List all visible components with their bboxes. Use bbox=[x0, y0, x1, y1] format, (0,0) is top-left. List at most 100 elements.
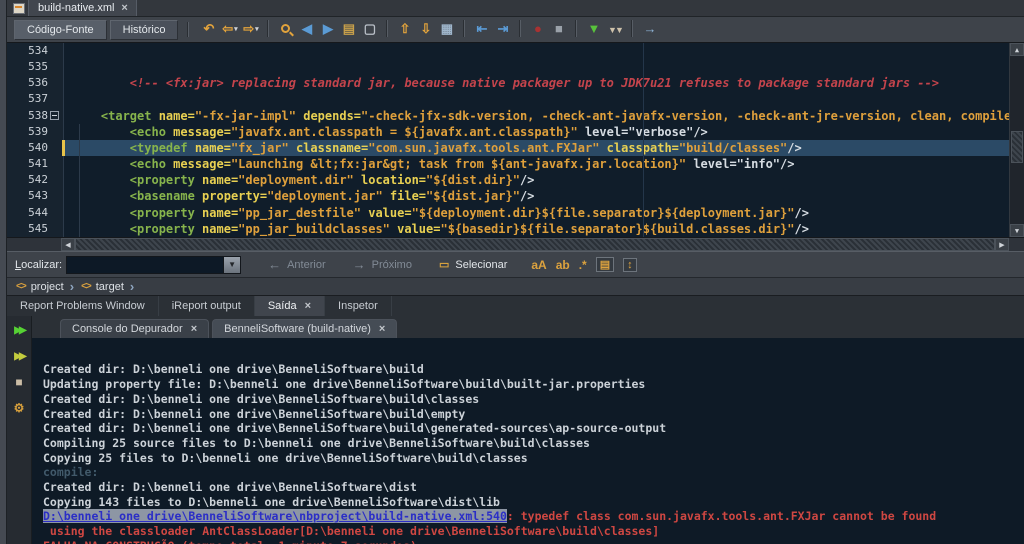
code-segment: <echo bbox=[72, 124, 174, 139]
breadcrumb-item-target[interactable]: <> target bbox=[81, 281, 124, 293]
wrap-search-icon[interactable]: ↕ bbox=[623, 257, 637, 272]
history-view-button[interactable]: Histórico bbox=[109, 19, 179, 40]
vertical-scrollbar-thumb[interactable] bbox=[1011, 131, 1023, 163]
rerun-build-icon[interactable]: ▶▶ bbox=[9, 321, 29, 339]
search-input-combo[interactable]: ▼ bbox=[66, 255, 242, 274]
select-label: Selecionar bbox=[455, 258, 508, 271]
copy-selection-icon[interactable]: ▦ bbox=[436, 19, 457, 39]
magnifier-glyph bbox=[281, 24, 291, 34]
editor-tab-build-native[interactable]: build-native.xml × bbox=[28, 0, 137, 16]
close-tab-icon[interactable]: × bbox=[191, 323, 197, 334]
icon-glyph: ▶▶ bbox=[14, 350, 27, 362]
scroll-left-icon[interactable]: ◀ bbox=[61, 238, 75, 251]
output-area: ▶▶ ▶▶ ■ ⚙ Console do Depurador × BenneliSoftw… bbox=[7, 316, 1024, 544]
scroll-down-icon[interactable]: ▼ bbox=[1010, 224, 1024, 237]
code-line: <echo message="Launching &lt;fx:jar&gt; … bbox=[72, 156, 1024, 172]
expand-fold-icon[interactable]: ▼ bbox=[583, 19, 604, 39]
find-bar: Localizar: ▼ ← Anterior → Próximo ▭ Sele… bbox=[7, 251, 1024, 277]
stop-macro-icon[interactable]: ■ bbox=[548, 19, 569, 39]
regex-icon[interactable]: .* bbox=[579, 258, 587, 272]
scroll-up-icon[interactable]: ▲ bbox=[1010, 43, 1024, 56]
shift-line-right-icon[interactable]: ⇥ bbox=[492, 19, 513, 39]
line-number: 544 bbox=[28, 205, 48, 219]
previous-match-button[interactable]: ← Anterior bbox=[268, 257, 326, 272]
search-option-toggles: aA ab .* ▤ ↕ bbox=[531, 257, 637, 272]
close-tab-icon[interactable]: × bbox=[121, 2, 127, 13]
horizontal-scrollbar[interactable]: ◀ ▶ bbox=[7, 237, 1024, 251]
code-segment: <basename bbox=[72, 189, 203, 204]
next-arrow-icon: → bbox=[352, 257, 366, 272]
search-input[interactable] bbox=[67, 256, 224, 273]
next-occurrence-icon[interactable]: ⇩ bbox=[415, 19, 436, 39]
window-tab-sa-da[interactable]: Saída × bbox=[254, 296, 326, 316]
code-segment: "${basedir}${file.separator}${build.clas… bbox=[440, 221, 795, 236]
console-line: D:\benneli one drive\BenneliSoftware\nbp… bbox=[43, 509, 1024, 524]
next-bookmark-icon[interactable]: ▶ bbox=[317, 19, 338, 39]
collapse-fold-icon[interactable]: ▼▼ bbox=[604, 20, 625, 40]
dropdown-caret-icon[interactable]: ▾ bbox=[255, 25, 259, 33]
icon-glyph: ▶▶ bbox=[14, 324, 27, 336]
code-segment: name= bbox=[202, 205, 239, 220]
fold-guide-line bbox=[79, 123, 80, 237]
window-tab-inspetor[interactable]: Inspetor bbox=[325, 296, 392, 316]
find-selection-icon[interactable] bbox=[275, 19, 296, 39]
previous-bookmark-icon[interactable]: ◀ bbox=[296, 19, 317, 39]
current-line-marker bbox=[62, 140, 65, 157]
window-tab-ireport-output[interactable]: iReport output bbox=[159, 296, 255, 316]
whole-words-icon[interactable]: ab bbox=[556, 258, 570, 272]
vertical-scrollbar[interactable]: ▲ ▼ bbox=[1009, 43, 1024, 237]
rectangular-selection-icon[interactable]: ▢ bbox=[359, 19, 380, 39]
dropdown-caret-icon[interactable]: ▾ bbox=[234, 25, 238, 33]
run-to-cursor-icon[interactable]: → bbox=[639, 19, 660, 39]
back-icon[interactable]: ⇦ ▾ bbox=[219, 19, 240, 39]
code-segment: location= bbox=[361, 173, 427, 188]
line-number: 543 bbox=[28, 189, 48, 203]
code-segment: "deployment.dir" bbox=[238, 173, 354, 188]
record-macro-icon[interactable]: ● bbox=[527, 19, 548, 39]
highlight-results-icon[interactable]: ▤ bbox=[595, 257, 615, 272]
code-segment: name= bbox=[202, 173, 239, 188]
select-match-button[interactable]: ▭ Selecionar bbox=[439, 258, 508, 272]
match-case-icon[interactable]: aA bbox=[531, 258, 546, 272]
breadcrumb-item-project[interactable]: <> project bbox=[16, 281, 64, 293]
rerun-with-options-icon[interactable]: ▶▶ bbox=[9, 347, 29, 365]
console-tab-console-do-depurador[interactable]: Console do Depurador × bbox=[60, 319, 210, 338]
output-toolbar: ▶▶ ▶▶ ■ ⚙ bbox=[7, 316, 32, 544]
error-location-link[interactable]: D:\benneli one drive\BenneliSoftware\nbp… bbox=[43, 509, 507, 524]
build-console[interactable]: Created dir: D:\benneli one drive\Bennel… bbox=[32, 338, 1024, 544]
code-line: <!-- <fx:jar> replacing standard jar, be… bbox=[72, 75, 1024, 91]
fold-toggle-icon[interactable] bbox=[50, 111, 59, 121]
combo-dropdown-icon[interactable]: ▼ bbox=[223, 256, 241, 273]
toggle-bookmark-icon[interactable]: ▤ bbox=[338, 19, 359, 39]
code-editor[interactable]: 534 535 536 537 538 539 540 541 542 543 544 545 <!-… bbox=[7, 43, 1024, 237]
window-tab-report-problems-window[interactable]: Report Problems Window bbox=[7, 296, 159, 316]
console-tab-bennelisoftware-build-native-[interactable]: BenneliSoftware (build-native) × bbox=[212, 319, 398, 338]
window-tab-label: Inspetor bbox=[338, 300, 378, 312]
forward-icon[interactable]: ⇨ ▾ bbox=[240, 19, 261, 39]
stop-build-icon[interactable]: ■ bbox=[9, 373, 29, 391]
code-segment: /> bbox=[519, 189, 535, 204]
code-line: <target name="-fx-jar-impl" depends="-ch… bbox=[72, 108, 1024, 124]
jump-last-edit-icon[interactable]: ↶ bbox=[198, 19, 219, 39]
output-right-column: Console do Depurador × BenneliSoftware (bu… bbox=[32, 316, 1024, 544]
line-number: 535 bbox=[28, 60, 48, 74]
icon-glyph: ▢ bbox=[363, 21, 377, 37]
shift-line-left-icon[interactable]: ⇤ bbox=[471, 19, 492, 39]
previous-occurrence-icon[interactable]: ⇧ bbox=[394, 19, 415, 39]
scroll-right-icon[interactable]: ▶ bbox=[995, 238, 1009, 251]
code-segment: file= bbox=[389, 189, 427, 204]
code-pane[interactable]: <!-- <fx:jar> replacing standard jar, be… bbox=[64, 43, 1024, 237]
next-label: Próximo bbox=[371, 258, 412, 271]
code-segment: /> bbox=[787, 140, 802, 155]
horizontal-scrollbar-thumb[interactable] bbox=[75, 238, 995, 251]
toolbar-separator bbox=[631, 20, 634, 38]
source-view-button[interactable]: Código-Fonte bbox=[14, 19, 107, 40]
ant-settings-icon[interactable]: ⚙ bbox=[9, 399, 29, 417]
code-segment: "deployment.jar" bbox=[267, 189, 383, 204]
next-match-button[interactable]: → Próximo bbox=[353, 257, 412, 272]
console-lines: Created dir: D:\benneli one drive\Bennel… bbox=[43, 362, 1024, 544]
close-tab-icon[interactable]: × bbox=[305, 300, 311, 311]
close-tab-icon[interactable]: × bbox=[379, 323, 385, 334]
